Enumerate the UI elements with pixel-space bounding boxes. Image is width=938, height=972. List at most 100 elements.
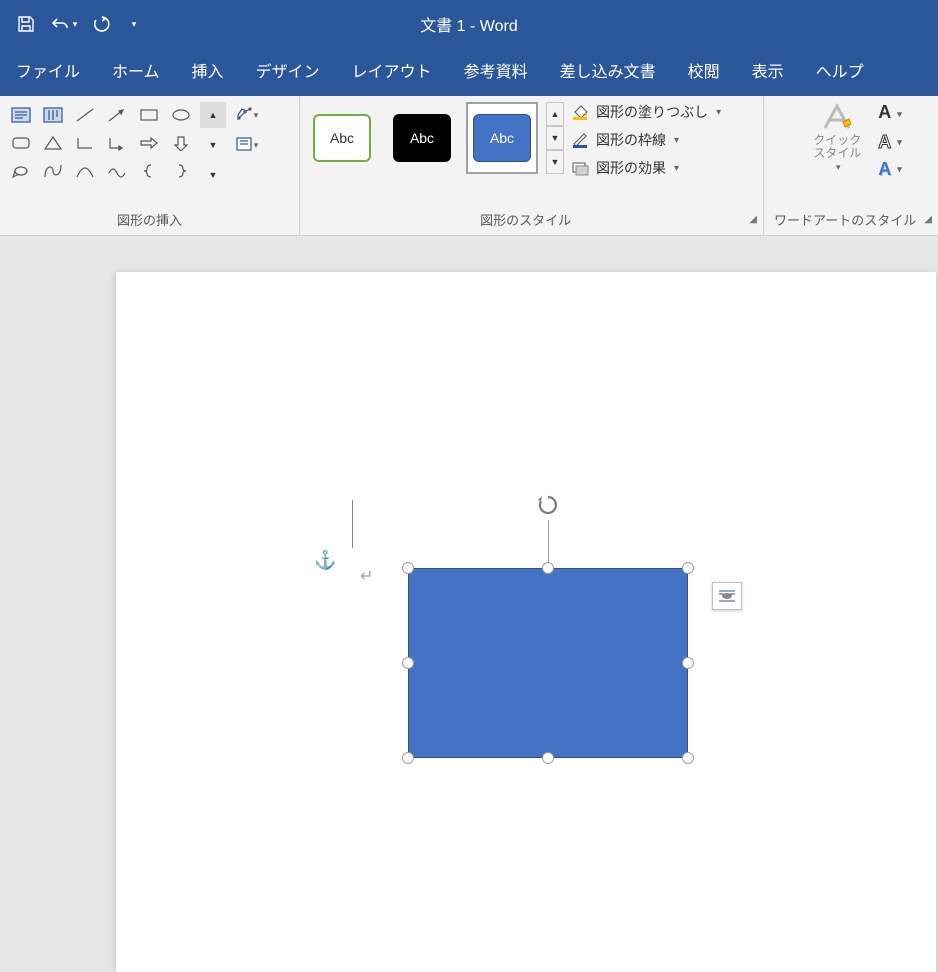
quick-styles-label: クイック スタイル	[813, 134, 861, 160]
undo-button[interactable]: ▾	[50, 10, 78, 38]
edit-shape-icon	[236, 107, 252, 123]
tab-insert[interactable]: 挿入	[176, 46, 240, 96]
group-label-wordart: ワードアートのスタイル	[770, 210, 920, 229]
shape-effects-button[interactable]: 図形の効果▾	[570, 158, 721, 178]
tab-review[interactable]: 校閲	[672, 46, 736, 96]
shape-outline-label: 図形の枠線	[596, 130, 666, 150]
tab-file[interactable]: ファイル	[0, 46, 96, 96]
quick-styles-button[interactable]: クイック スタイル ▾	[800, 102, 874, 173]
gallery-up[interactable]: ▲	[546, 102, 564, 126]
layout-options-icon	[717, 588, 737, 604]
group-insert-shapes: ▲ ▼ ▼ ▾ ▾ 図形の挿入	[0, 96, 300, 235]
wordart-launcher[interactable]: ◢	[924, 214, 932, 225]
effects-icon	[570, 159, 590, 177]
shape-textbox-vertical[interactable]	[38, 102, 68, 128]
edit-shape-button[interactable]: ▾	[234, 102, 260, 128]
document-area: ⚓ ↵	[0, 236, 938, 930]
tab-layout[interactable]: レイアウト	[336, 46, 448, 96]
tab-references[interactable]: 参考資料	[448, 46, 544, 96]
title-bar: ▾ ▾ 文書 1 - Word	[0, 0, 938, 48]
rotate-icon	[536, 493, 560, 517]
handle-w[interactable]	[402, 657, 414, 669]
shape-effects-label: 図形の効果	[596, 158, 666, 178]
paragraph-mark-icon: ↵	[360, 566, 373, 586]
wordart-A-icon	[819, 102, 855, 132]
shape-right-arrow[interactable]	[134, 130, 164, 156]
rotation-handle[interactable]	[536, 493, 560, 523]
shape-curve[interactable]	[38, 158, 68, 184]
selected-rectangle-shape[interactable]	[408, 568, 688, 758]
ribbon-tabs: ファイル ホーム 挿入 デザイン レイアウト 参考資料 差し込み文書 校閲 表示…	[0, 48, 938, 96]
shapes-scroll-up[interactable]: ▲	[200, 102, 226, 128]
shape-fill-label: 図形の塗りつぶし	[596, 102, 708, 122]
handle-s[interactable]	[542, 752, 554, 764]
shape-style-thumb-3[interactable]: Abc	[466, 102, 538, 174]
shape-style-scroll: ▲ ▼ ▼	[546, 102, 564, 174]
group-shape-styles: Abc Abc Abc ▲ ▼ ▼ 図形の塗りつぶし▾ 図形の枠線▾	[300, 96, 764, 235]
ribbon: ▲ ▼ ▼ ▾ ▾ 図形の挿入 Abc Abc Abc ▲	[0, 96, 938, 236]
gallery-more[interactable]: ▼	[546, 150, 564, 174]
shape-wave[interactable]	[102, 158, 132, 184]
tab-mailings[interactable]: 差し込み文書	[544, 46, 672, 96]
tab-help[interactable]: ヘルプ	[800, 46, 880, 96]
rotation-stem	[548, 520, 549, 568]
shape-rectangle[interactable]	[134, 102, 164, 128]
tab-design[interactable]: デザイン	[240, 46, 336, 96]
group-wordart-styles: クイック スタイル ▾ A▾ A▾ A▾ ワードアートのスタイル ◢	[764, 96, 938, 235]
handle-ne[interactable]	[682, 562, 694, 574]
shape-style-gallery: Abc Abc Abc ▲ ▼ ▼	[306, 102, 564, 174]
shape-line[interactable]	[70, 102, 100, 128]
customize-qat-button[interactable]: ▾	[126, 10, 142, 38]
textbox-icon	[236, 137, 252, 153]
shape-flowchart[interactable]	[6, 158, 36, 184]
text-fill-button[interactable]: A▾	[878, 102, 902, 126]
group-label-shape-styles: 図形のスタイル	[306, 210, 745, 229]
rectangle-body[interactable]	[408, 568, 688, 758]
shapes-more[interactable]: ▼	[200, 162, 226, 188]
handle-nw[interactable]	[402, 562, 414, 574]
shape-arc[interactable]	[70, 158, 100, 184]
handle-sw[interactable]	[402, 752, 414, 764]
repeat-icon	[93, 15, 111, 33]
handle-se[interactable]	[682, 752, 694, 764]
shape-l-arrow-connector[interactable]	[102, 130, 132, 156]
group-label-insert-shapes: 図形の挿入	[0, 206, 299, 235]
bucket-icon	[570, 103, 590, 121]
draw-textbox-button[interactable]: ▾	[234, 132, 260, 158]
shape-oval[interactable]	[166, 102, 196, 128]
anchor-icon: ⚓	[314, 550, 336, 571]
shape-style-thumb-1[interactable]: Abc	[306, 102, 378, 174]
shape-left-brace[interactable]	[134, 158, 164, 184]
handle-n[interactable]	[542, 562, 554, 574]
undo-icon	[51, 16, 71, 32]
save-button[interactable]	[12, 10, 40, 38]
shape-textbox[interactable]	[6, 102, 36, 128]
text-outline-button[interactable]: A▾	[878, 132, 902, 153]
shape-l-connector[interactable]	[70, 130, 100, 156]
pen-icon	[570, 131, 590, 149]
layout-options-button[interactable]	[712, 582, 742, 610]
shapes-gallery	[6, 102, 196, 184]
cursor-insertion-mark	[352, 500, 353, 548]
shapes-scroll-down[interactable]: ▼	[200, 132, 226, 158]
shape-arrow-line[interactable]	[102, 102, 132, 128]
shape-style-thumb-2[interactable]: Abc	[386, 102, 458, 174]
gallery-down[interactable]: ▼	[546, 126, 564, 150]
shape-triangle[interactable]	[38, 130, 68, 156]
text-effects-button[interactable]: A▾	[878, 159, 902, 180]
shape-styles-launcher[interactable]: ◢	[749, 214, 757, 225]
redo-button[interactable]	[88, 10, 116, 38]
handle-e[interactable]	[682, 657, 694, 669]
shapes-extra-buttons: ▾ ▾	[234, 102, 260, 158]
shapes-side-controls: ▲ ▼ ▼	[200, 102, 226, 188]
shape-fill-button[interactable]: 図形の塗りつぶし▾	[570, 102, 721, 122]
shape-outline-button[interactable]: 図形の枠線▾	[570, 130, 721, 150]
tab-view[interactable]: 表示	[736, 46, 800, 96]
quick-access-toolbar: ▾ ▾	[0, 0, 154, 48]
save-icon	[17, 15, 35, 33]
document-page[interactable]: ⚓ ↵	[116, 272, 936, 972]
shape-rounded-rect[interactable]	[6, 130, 36, 156]
shape-down-arrow[interactable]	[166, 130, 196, 156]
tab-home[interactable]: ホーム	[96, 46, 176, 96]
shape-right-brace[interactable]	[166, 158, 196, 184]
